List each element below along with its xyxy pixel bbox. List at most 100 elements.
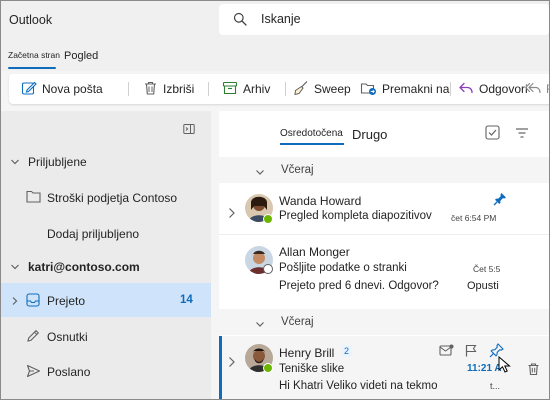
broom-icon [293,80,309,99]
folder-move-icon [360,80,377,99]
mouse-cursor-icon [498,355,511,376]
ribbon-divider [285,82,286,96]
tab-other[interactable]: Drugo [352,127,387,142]
date-group-header[interactable]: Včeraj [219,157,549,183]
presence-available-icon [263,214,273,224]
message-item[interactable]: Allan Monger Pošljite podatke o stranki … [219,236,549,300]
chevron-right-icon[interactable] [228,207,236,222]
sidebar-item-label: Poslano [47,365,91,379]
message-preview: Prejeto pred 6 dnevi. Odgovor? [279,280,439,292]
tab-view[interactable]: Pogled [64,50,98,62]
chevron-right-icon [10,295,20,309]
delete-label: Izbriši [163,82,195,96]
pencil-icon [26,329,40,346]
search-input[interactable]: Iskanje [261,12,301,26]
reply-all-button[interactable]: Re [525,74,549,104]
sidebar-item-sent[interactable]: Poslano [1,354,211,388]
pin-icon[interactable] [493,192,507,209]
archive-icon [222,80,238,99]
thread-count-badge: 2 [341,345,353,357]
ribbon-divider [450,82,451,96]
sweep-button[interactable]: Sweep [293,74,351,104]
sidebar-item-label: Prejeto [47,294,86,308]
outlook-window: Outlook Iskanje Začetna stran Pogled Nov… [0,0,550,400]
compose-icon [21,80,37,99]
send-icon [26,364,41,381]
reply-button[interactable]: Odgovori [458,74,528,104]
inbox-pivots: Osredotočena Drugo [219,111,549,151]
chevron-down-icon [10,156,20,170]
select-checkbox-icon[interactable] [485,125,500,143]
account-section-header[interactable]: katri@contoso.com [1,249,211,283]
message-preview: Hi Khatri Veliko videti na tekmo [279,380,438,392]
message-subject: Pregled kompleta diapozitivov [279,210,432,222]
add-favorite-link[interactable]: Dodaj priljubljeno [1,216,211,250]
selection-indicator [219,336,222,399]
folder-pane: Priljubljene Stroški podjetja Contoso Do… [1,111,211,399]
folder-icon [26,190,41,206]
sidebar-item-drafts[interactable]: Osnutki [1,319,211,353]
move-to-button[interactable]: Premakni na [360,74,449,104]
favorites-label: Priljubljene [28,155,87,169]
message-item[interactable]: Henry Brill 2 Teniške slike Hi Khatri Ve… [219,336,549,399]
sender-name: Henry Brill [279,346,335,360]
archive-label: Arhiv [243,82,271,96]
sidebar-item-label: Osnutki [47,330,88,344]
sender-name: Wanda Howard [279,194,362,208]
message-list: Osredotočena Drugo Včeraj Wanda Howard P… [219,111,549,399]
trash-icon [143,80,158,99]
reply-icon [458,80,474,99]
tab-home[interactable]: Začetna stran [8,50,60,60]
group-label: Včeraj [281,164,314,176]
archive-button[interactable]: Arhiv [222,74,270,104]
ribbon-toolbar: Nova pošta Izbriši Arhiv Sweep Premakni … [9,74,549,104]
reply-all-icon [525,80,541,99]
active-pivot-indicator [280,143,344,145]
message-time: čet 6:54 PM [451,213,497,223]
unread-count: 14 [180,294,193,306]
ribbon-tabs: Začetna stran Pogled [1,41,549,71]
message-subject: Teniške slike [279,363,345,375]
chevron-down-icon [255,166,265,180]
mark-unread-icon[interactable] [439,344,454,360]
title-bar: Outlook Iskanje [1,1,549,41]
row-divider [219,234,549,235]
ribbon-divider [208,82,209,96]
filter-icon[interactable] [515,127,529,142]
chevron-down-icon [255,318,265,332]
tab-focused[interactable]: Osredotočena [280,128,343,139]
dismiss-button[interactable]: Opusti [467,280,499,292]
sidebar-item-inbox[interactable]: Prejeto 14 [1,283,211,317]
collapse-pane-icon[interactable] [183,123,195,138]
flag-icon[interactable] [465,344,477,360]
message-time: 11:21 A [467,363,502,374]
new-mail-button[interactable]: Nova pošta [21,74,103,104]
add-favorite-label: Dodaj priljubljeno [47,227,140,241]
chevron-right-icon[interactable] [228,356,236,371]
favorites-section-header[interactable]: Priljubljene [1,144,211,178]
chevron-down-icon [10,261,20,275]
group-label: Včeraj [281,316,314,328]
message-time: Čet 5:5 [473,264,501,274]
delete-button[interactable]: Izbriši [143,74,194,104]
move-to-label: Premakni na [382,82,450,96]
app-title: Outlook [9,13,53,27]
date-group-header[interactable]: Včeraj [219,309,549,335]
sidebar-item-contoso-expenses[interactable]: Stroški podjetja Contoso [1,180,211,214]
ribbon-divider [128,82,129,96]
active-tab-indicator [8,67,56,69]
sidebar-item-label: Stroški podjetja Contoso [47,191,178,205]
sender-name: Allan Monger [279,245,350,259]
presence-available-icon [263,363,273,373]
presence-away-icon [263,264,273,274]
message-preview-tail: t... [490,381,501,391]
search-box[interactable]: Iskanje [219,4,549,35]
sweep-label: Sweep [314,82,351,96]
message-subject: Pošljite podatke o stranki [279,262,407,274]
new-mail-label: Nova pošta [42,82,103,96]
inbox-icon [26,293,40,310]
delete-icon[interactable] [527,362,540,379]
reply-all-label: Re [546,82,549,96]
account-email: katri@contoso.com [28,260,140,274]
search-icon [233,12,247,29]
